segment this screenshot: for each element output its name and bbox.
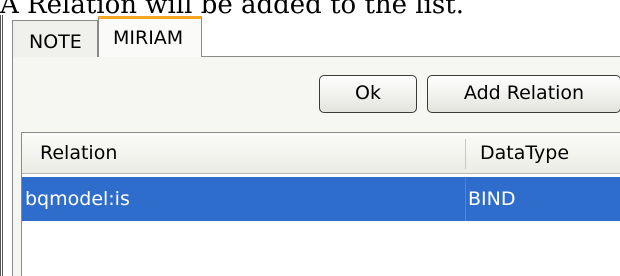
column-header-relation[interactable]: Relation <box>40 142 117 164</box>
tab-strip: NOTE MIRIAM <box>12 16 620 58</box>
table-header: Relation DataType <box>22 133 620 174</box>
tab-note[interactable]: NOTE <box>12 20 98 57</box>
tab-miriam[interactable]: MIRIAM <box>98 16 202 58</box>
left-border <box>0 15 3 276</box>
column-header-datatype[interactable]: DataType <box>480 142 569 164</box>
relation-table: Relation DataType bqmodel:is BIND <box>21 132 620 276</box>
table-row[interactable]: bqmodel:is BIND <box>22 177 620 221</box>
row-column-divider <box>465 177 466 221</box>
cell-relation: bqmodel:is <box>25 188 130 210</box>
column-divider[interactable] <box>465 139 466 169</box>
cell-datatype: BIND <box>468 188 516 210</box>
ok-button[interactable]: Ok <box>319 75 417 113</box>
miriam-panel: Ok Add Relation Relation DataType bqmode… <box>12 57 620 276</box>
add-relation-button[interactable]: Add Relation <box>427 75 620 113</box>
